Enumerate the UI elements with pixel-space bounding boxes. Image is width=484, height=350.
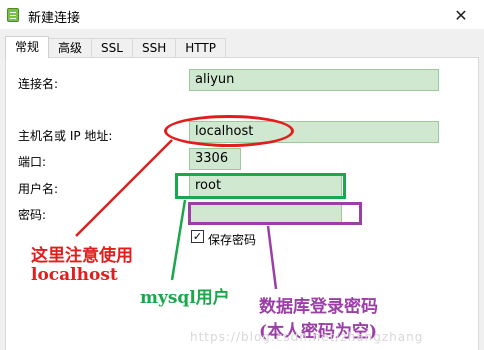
red-annotation-line1: 这里注意使用: [31, 246, 133, 266]
tab-bar: 常规 高级 SSL SSH HTTP: [5, 36, 226, 58]
tab-http[interactable]: HTTP: [175, 38, 226, 58]
green-highlight-box: [175, 173, 346, 199]
host-label: 主机名或 IP 地址:: [18, 129, 113, 143]
tab-ssh[interactable]: SSH: [131, 38, 177, 58]
tab-ssl[interactable]: SSL: [91, 38, 133, 58]
close-button[interactable]: ✕: [438, 0, 484, 30]
tab-general[interactable]: 常规: [5, 36, 50, 58]
window-title: 新建连接: [28, 11, 81, 26]
purple-annotation-line1: 数据库登录密码: [259, 297, 378, 317]
save-password-checkbox[interactable]: ✓: [191, 230, 204, 243]
port-label: 端口:: [18, 155, 47, 169]
title-bar: 新建连接 ✕: [0, 0, 484, 30]
connection-name-input[interactable]: aliyun: [189, 69, 439, 91]
save-password-label: 保存密码: [208, 233, 257, 247]
port-input[interactable]: 3306: [189, 148, 241, 170]
password-label: 密码:: [18, 208, 47, 222]
navicat-app-icon: [7, 8, 19, 22]
red-highlight-oval: [164, 115, 294, 147]
tab-advanced[interactable]: 高级: [48, 38, 93, 58]
red-annotation-line2: localhost: [31, 265, 118, 285]
green-annotation: mysql用户: [140, 288, 230, 308]
watermark: https://blog.csdn.net/zhangzhang: [190, 330, 424, 344]
username-label: 用户名:: [18, 182, 59, 196]
connection-name-label: 连接名:: [18, 77, 59, 91]
purple-highlight-box: [188, 202, 362, 225]
